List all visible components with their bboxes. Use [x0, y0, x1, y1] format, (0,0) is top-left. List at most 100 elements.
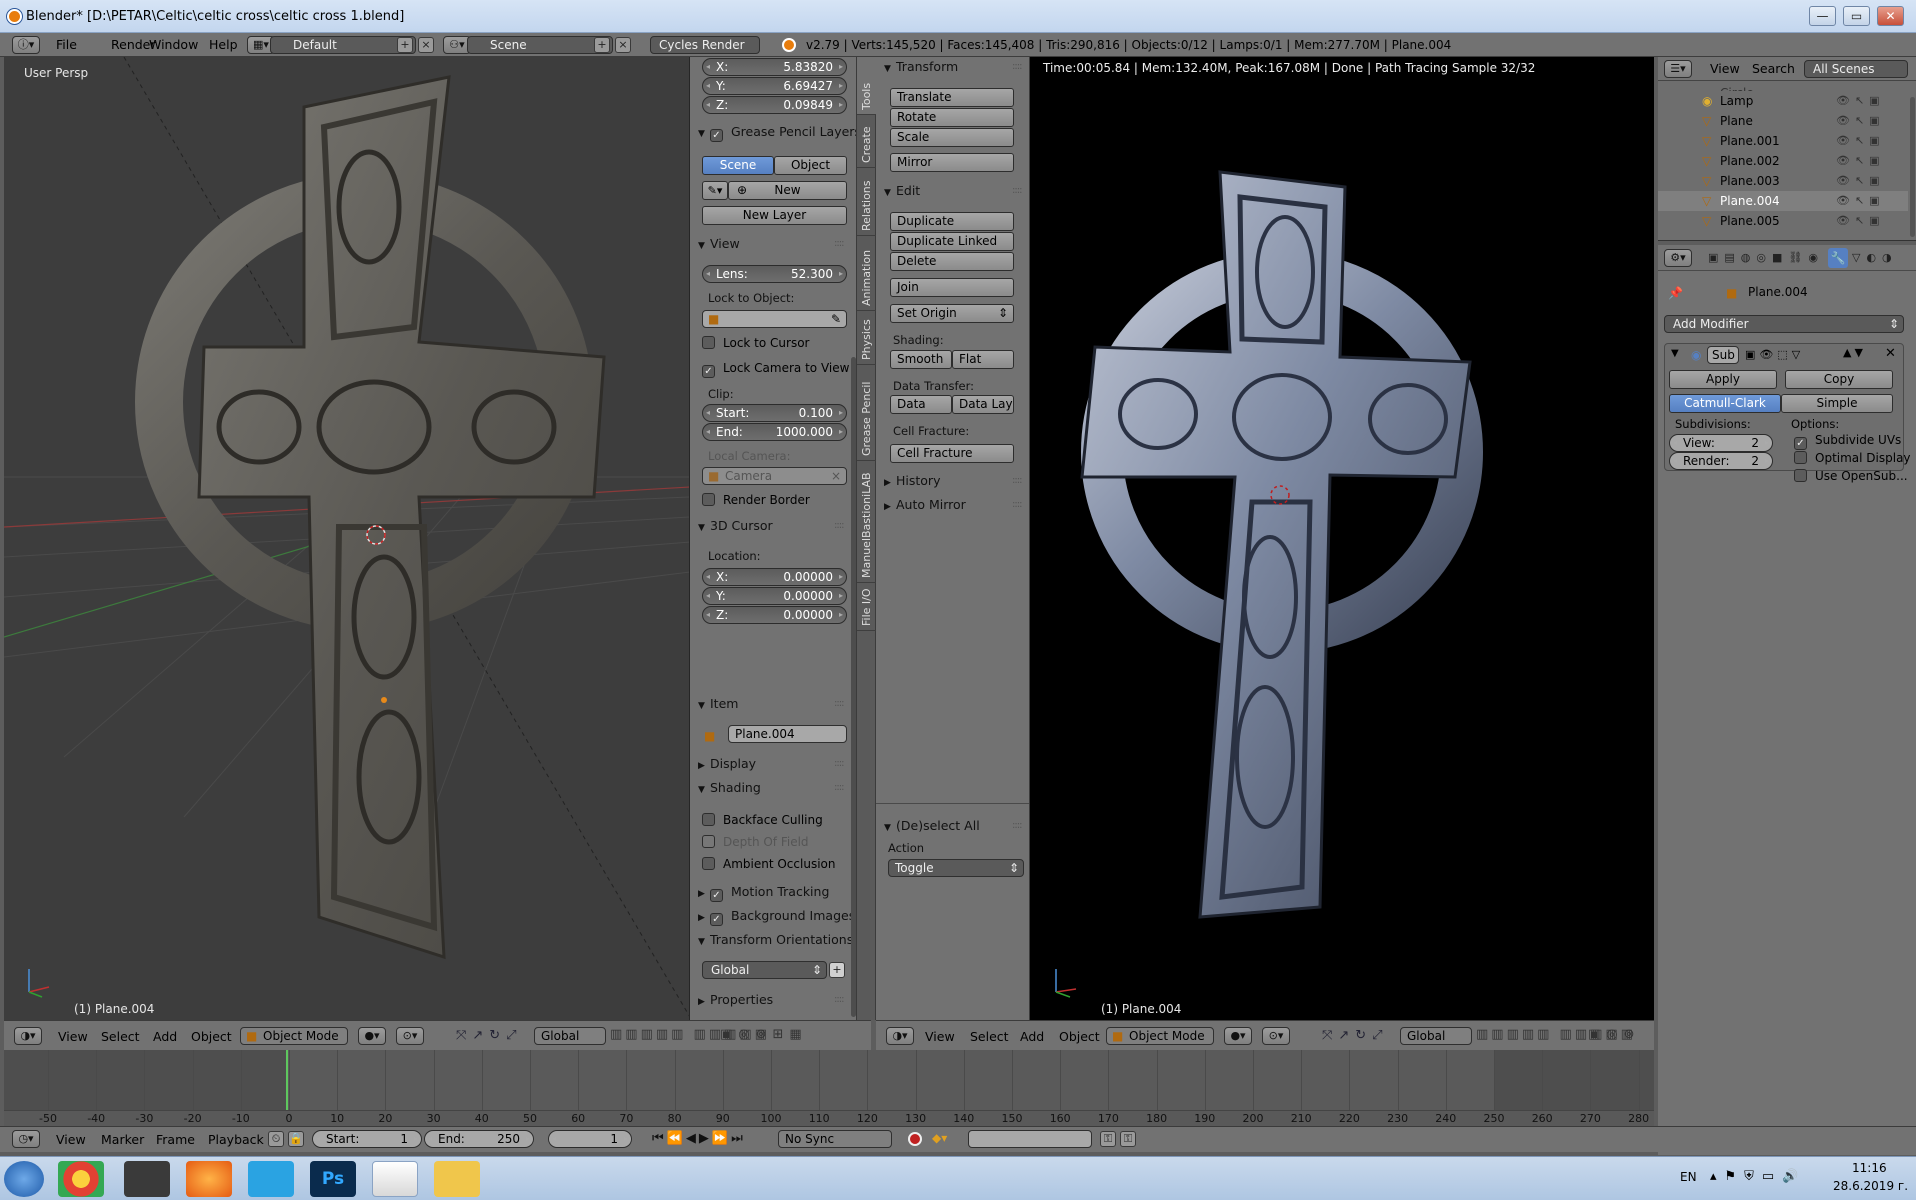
tab-relations[interactable]: Relations [857, 168, 876, 236]
menu-object[interactable]: Object [191, 1029, 232, 1044]
location-y-field[interactable]: Y:6.69427 [702, 77, 847, 95]
menu-select[interactable]: Select [101, 1029, 140, 1044]
outliner-scrollbar[interactable] [1910, 97, 1915, 237]
panel-deselect-all[interactable]: ▼ (De)select All:::: [884, 816, 1024, 836]
pivot-icon-right[interactable]: ⊙▾ [1262, 1027, 1290, 1045]
duplicate-button[interactable]: Duplicate [890, 212, 1014, 231]
delete-keyframe-icon[interactable]: ⚿ [1120, 1131, 1136, 1147]
gp-scene-button[interactable]: Scene [702, 156, 774, 175]
panel-motion-tracking[interactable]: ▶ ✓ Motion Tracking [698, 882, 848, 902]
location-z-field[interactable]: Z:0.09849 [702, 96, 847, 114]
gp-new-layer-button[interactable]: New Layer [702, 206, 847, 225]
panel-edit[interactable]: ▼ Edit:::: [884, 181, 1024, 201]
clear-icon[interactable]: × [831, 468, 841, 484]
action-select[interactable]: Toggle ⇕ [888, 859, 1024, 877]
playback-controls-icons[interactable]: ⏮⏪◀▶⏩⏭ [652, 1131, 746, 1146]
menu-window[interactable]: Window [149, 37, 198, 52]
clock-date[interactable]: 28.6.2019 г. [1833, 1179, 1908, 1193]
editor-type-3d-icon-right[interactable]: ◑▾ [886, 1027, 914, 1045]
start-button[interactable] [4, 1161, 44, 1197]
outliner-row-plane-005[interactable]: ▽ Plane.005 👁↖▣ [1658, 211, 1908, 231]
render-engine-select[interactable]: Cycles Render [650, 36, 760, 54]
keying-set-field[interactable] [968, 1130, 1092, 1148]
rotate-button[interactable]: Rotate [890, 108, 1014, 127]
mirror-button[interactable]: Mirror [890, 153, 1014, 172]
subdiv-view-field[interactable]: View:2 [1669, 434, 1773, 452]
translate-button[interactable]: Translate [890, 88, 1014, 107]
cursor-z-field[interactable]: Z:0.00000 [702, 606, 847, 624]
display-mode-select[interactable]: All Scenes [1804, 60, 1908, 78]
keying-set-icon[interactable]: ◆▾ [932, 1131, 947, 1145]
tab-grease-pencil[interactable]: Grease Pencil [857, 365, 876, 461]
snap-icons-right[interactable]: ▣◎⊚ [1588, 1027, 1641, 1042]
chrome-taskbar-icon[interactable] [58, 1161, 104, 1197]
outliner-editor-icon[interactable]: ☰▾ [1664, 60, 1692, 78]
start-frame-field[interactable]: Start:1 [312, 1130, 422, 1148]
data-layout-button[interactable]: Data Layo [952, 395, 1014, 414]
panel-properties[interactable]: ▶ Properties:::: [698, 990, 848, 1010]
tab-manuel-bastioni[interactable]: ManuelBastioniLAB [857, 461, 876, 583]
render-border-checkbox[interactable]: Render Border [702, 493, 810, 507]
lock-range-icon[interactable]: 🔒 [288, 1131, 304, 1147]
menu-add[interactable]: Add [153, 1029, 177, 1044]
lock-camera-checkbox[interactable]: ✓ Lock Camera to View [702, 361, 849, 378]
menu-view[interactable]: View [58, 1029, 88, 1044]
skype-taskbar-icon[interactable] [248, 1161, 294, 1197]
scene-field[interactable]: Scene [467, 36, 613, 54]
panel-auto-mirror[interactable]: ▶ Auto Mirror:::: [884, 495, 1024, 515]
panel-item[interactable]: ▼ Item:::: [698, 694, 848, 714]
location-x-field[interactable]: X:5.83820 [702, 58, 847, 76]
remove-modifier-icon[interactable]: ✕ [1885, 346, 1896, 361]
sync-select[interactable]: No Sync [778, 1130, 892, 1148]
outliner-menu-search[interactable]: Search [1752, 61, 1795, 76]
modifier-name-field[interactable]: Sub [1707, 346, 1739, 364]
panel-display[interactable]: ▶ Display:::: [698, 754, 848, 774]
tab-tools[interactable]: Tools [857, 57, 876, 115]
record-icon[interactable] [908, 1132, 922, 1146]
timeline-menu-playback[interactable]: Playback [208, 1132, 264, 1147]
local-camera-field[interactable]: ■ Camera × [702, 467, 847, 485]
snap-icons[interactable]: ▣◎⊚⊞▦ [720, 1027, 808, 1042]
menu-object-right[interactable]: Object [1059, 1029, 1100, 1044]
set-origin-select[interactable]: Set Origin ⇕ [890, 304, 1014, 323]
npanel-scrollbar[interactable] [851, 357, 856, 1017]
cursor-x-field[interactable]: X:0.00000 [702, 568, 847, 586]
tab-create[interactable]: Create [857, 115, 876, 168]
preview-range-icon[interactable]: ⏲ [268, 1131, 284, 1147]
item-name-field[interactable]: Plane.004 [728, 725, 847, 743]
timeline-menu-marker[interactable]: Marker [101, 1132, 144, 1147]
gp-pencil-icon[interactable]: ✎▾ [702, 181, 728, 200]
menu-help[interactable]: Help [209, 37, 238, 52]
add-scene-icon[interactable]: + [594, 37, 610, 53]
viewport-shading-icon-right[interactable]: ●▾ [1224, 1027, 1252, 1045]
manipulator-icons[interactable]: ⤧↗↻⤢ [456, 1028, 523, 1043]
menu-file[interactable]: File [56, 37, 77, 52]
current-frame-line[interactable] [286, 1050, 288, 1110]
data-transfer-button[interactable]: Data [890, 395, 952, 414]
lock-to-cursor-checkbox[interactable]: Lock to Cursor [702, 336, 809, 350]
firefox-taskbar-icon[interactable] [186, 1161, 232, 1197]
clock-time[interactable]: 11:16 [1852, 1161, 1887, 1175]
gp-new-button[interactable]: ⊕ New [728, 181, 847, 200]
add-layout-icon[interactable]: + [397, 37, 413, 53]
tab-physics[interactable]: Physics [857, 311, 876, 365]
panel-grease-pencil[interactable]: ▼ ✓ Grease Pencil Layers [698, 122, 856, 142]
outliner-row-circle[interactable]: Circle [1658, 83, 1908, 91]
outliner-menu-view[interactable]: View [1710, 61, 1740, 76]
timeline[interactable]: -50 -40 -30 -20 -10 0 10 20 30 40 50 60 70 80 90 100 110… [4, 1050, 1654, 1126]
clip-end-field[interactable]: End:1000.000 [702, 423, 847, 441]
outliner-row-plane-004[interactable]: ▽ Plane.004 👁↖▣ [1658, 191, 1908, 211]
panel-background-images[interactable]: ▶ ✓ Background Images [698, 906, 855, 926]
simple-button[interactable]: Simple [1781, 394, 1893, 413]
context-tab-icons-2[interactable]: ▽◐◑ [1852, 251, 1898, 264]
delete-button[interactable]: Delete [890, 252, 1014, 271]
pin-icon[interactable]: 📌 [1668, 286, 1683, 300]
language-indicator[interactable]: EN [1680, 1170, 1697, 1184]
tab-file-io[interactable]: File I/O [857, 583, 876, 631]
mode-select-right[interactable]: ■ Object Mode [1106, 1027, 1214, 1045]
maximize-button[interactable]: ▭ [1843, 6, 1870, 26]
app-taskbar-icon[interactable] [124, 1161, 170, 1197]
outliner-row-plane-002[interactable]: ▽ Plane.002 👁↖▣ [1658, 151, 1908, 171]
panel-history[interactable]: ▶ History:::: [884, 471, 1024, 491]
outliner-row-plane-001[interactable]: ▽ Plane.001 👁↖▣ [1658, 131, 1908, 151]
